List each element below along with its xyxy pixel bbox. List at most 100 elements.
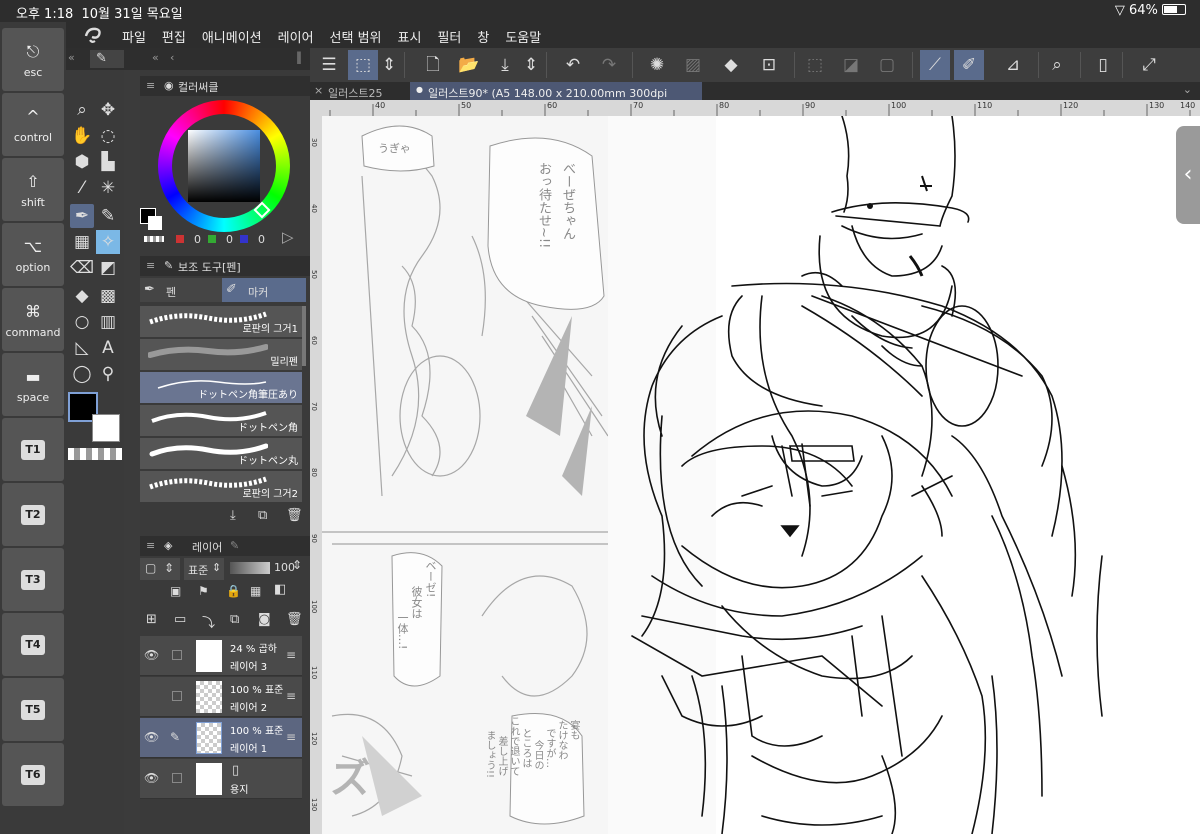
brush-tool-icon[interactable]: ✎ — [96, 204, 120, 228]
clear-icon[interactable]: ▨ — [678, 50, 708, 80]
saturation-square[interactable] — [188, 130, 260, 202]
t6-key[interactable]: T6 — [2, 743, 64, 806]
brush-item[interactable]: 로판의 그거2 — [140, 471, 302, 503]
new-raster-icon[interactable]: ⊞ — [146, 612, 157, 627]
brush-item[interactable]: ドットペン丸 — [140, 438, 302, 470]
device-icon[interactable]: ▯ — [1088, 50, 1118, 80]
collapse-icon[interactable]: « — [152, 51, 159, 64]
save-icon[interactable]: ⤓ — [490, 50, 520, 80]
menu-help[interactable]: 도움말 — [505, 27, 541, 46]
open-folder-icon[interactable]: 📂 — [454, 50, 484, 80]
t5-key[interactable]: T5 — [2, 678, 64, 741]
layer-checkbox[interactable] — [172, 650, 182, 660]
hamburger-icon[interactable]: ☰ — [314, 50, 344, 80]
menu-layer[interactable]: 레이어 — [278, 27, 314, 46]
play-circle-icon[interactable]: ▷ — [282, 228, 294, 246]
ruler-tool-icon[interactable]: ◺ — [70, 336, 94, 360]
new-folder-icon[interactable]: ▭ — [174, 612, 186, 627]
eraser-tool-icon[interactable]: ⌫ — [70, 256, 94, 280]
fill-icon[interactable]: ◆ — [716, 50, 746, 80]
invert-selection-icon[interactable]: ◪ — [836, 50, 866, 80]
menu-selection[interactable]: 선택 범위 — [330, 27, 382, 46]
tab-document-active[interactable]: ● 일러스트90* (A5 148.00 x 210.00mm 300dpi 1… — [410, 82, 702, 114]
brush-item[interactable]: 밀리펜 — [140, 339, 302, 371]
duplicate-icon[interactable]: ⧉ — [258, 508, 267, 523]
layer-color-select[interactable]: ▢ ⇕ — [140, 558, 180, 580]
t4-key[interactable]: T4 — [2, 613, 64, 676]
sub-color-small[interactable] — [148, 216, 162, 230]
layer-trash-icon[interactable]: 🗑 — [286, 612, 303, 627]
layer-row[interactable]: 👁 ▯ 용지 — [140, 759, 302, 799]
layer-menu-icon[interactable]: ≡ — [286, 648, 296, 662]
transfer-icon[interactable]: ⤵ — [202, 612, 215, 631]
chevron-left-icon[interactable]: ‹ — [170, 51, 174, 64]
panel-menu-icon-2[interactable]: ≡ — [146, 259, 155, 272]
hue-ring[interactable] — [158, 100, 290, 232]
search-icon[interactable]: ⌕ — [1042, 50, 1072, 80]
close-icon[interactable]: × — [314, 84, 323, 97]
ruler-pen-icon[interactable]: ⊿ — [998, 50, 1028, 80]
menu-file[interactable]: 파일 — [122, 27, 146, 46]
eyedropper-tool-icon[interactable]: ⁄ — [70, 176, 94, 200]
loading-icon[interactable]: ✺ — [642, 50, 672, 80]
tab-marker[interactable]: ✐ 마커 — [222, 278, 306, 302]
select-fill-icon[interactable]: ▙ — [96, 150, 120, 174]
control-key[interactable]: ^ control — [2, 93, 64, 156]
download-icon[interactable]: ⤓ — [230, 508, 236, 523]
t2-key[interactable]: T2 — [2, 483, 64, 546]
brush-item[interactable]: 로판의 그거1 — [140, 306, 302, 338]
tab-document-inactive[interactable]: × 일러스트25 — [310, 82, 406, 100]
fill-tool-icon[interactable]: ◆ — [70, 284, 94, 308]
app-logo-icon[interactable] — [82, 24, 104, 46]
reference-icon[interactable]: ⚑ — [198, 584, 209, 598]
pattern-tool-icon[interactable]: ▦ — [70, 230, 94, 254]
layer-menu-icon[interactable]: ≡ — [286, 730, 296, 744]
object-tool-icon[interactable]: ⬢ — [70, 150, 94, 174]
shift-key[interactable]: ⇧ shift — [2, 158, 64, 221]
blend-mode-select[interactable]: 표준 ⇕ — [184, 558, 224, 580]
sparkle-tool-icon[interactable]: ✳ — [96, 176, 120, 200]
sub-color-swatch[interactable] — [92, 414, 120, 442]
updown-icon-3[interactable]: ⇕ — [292, 558, 302, 572]
frame-tool-icon[interactable]: ▥ — [96, 310, 120, 334]
t1-key[interactable]: T1 — [2, 418, 64, 481]
merge-icon[interactable]: ⧉ — [230, 612, 239, 627]
layer-edit-icon[interactable]: ✎ — [230, 539, 239, 552]
clip-icon[interactable]: ▣ — [170, 584, 181, 598]
t3-key[interactable]: T3 — [2, 548, 64, 611]
gradient-fill-icon[interactable]: ▩ — [96, 284, 120, 308]
balloon-tool-icon[interactable]: ◯ — [70, 362, 94, 386]
figure-tool-icon[interactable]: ○ — [70, 310, 94, 334]
layer-row[interactable]: 👁 24 % 곱하 레이어 3 ≡ — [140, 636, 302, 676]
transform-icon[interactable]: ⊡ — [754, 50, 784, 80]
brush-item[interactable]: ドットペン角筆圧あり — [140, 372, 302, 404]
text-tool-icon[interactable]: A — [96, 336, 120, 360]
layer-row[interactable]: 👁 ✎ 100 % 표준 레이어 1 ≡ — [140, 718, 302, 758]
brush-pressure-icon[interactable]: ✐ — [954, 50, 984, 80]
tab-pen[interactable]: ✒ 펜 — [140, 278, 222, 302]
layer-menu-icon[interactable]: ≡ — [286, 689, 296, 703]
move-tool-icon[interactable]: ✥ — [96, 98, 120, 122]
menu-window[interactable]: 창 — [477, 27, 489, 46]
menu-filter[interactable]: 필터 — [437, 27, 461, 46]
transparent-small[interactable] — [144, 236, 164, 242]
menu-view[interactable]: 표시 — [398, 27, 422, 46]
deselect-icon[interactable]: ⬚ — [800, 50, 830, 80]
transparent-color-swatch[interactable] — [68, 448, 122, 460]
grip-icon-2[interactable]: ‖ — [296, 50, 302, 64]
updown-icon-save[interactable]: ⇕ — [522, 50, 540, 80]
layer-checkbox[interactable] — [172, 773, 182, 783]
eye-icon[interactable]: 👁 — [144, 771, 159, 785]
drawing-canvas[interactable]: べーぜちゃん おっ待たせ~!! うぎゃ ベーゼ! 彼女は 一体…! 宴も たけな… — [322, 116, 1200, 834]
blue-value[interactable]: 0 — [258, 233, 265, 246]
green-value[interactable]: 0 — [226, 233, 233, 246]
collapse-left-icon[interactable]: « — [68, 51, 75, 64]
option-key[interactable]: ⌥ option — [2, 223, 64, 286]
side-drawer-toggle[interactable]: ‹ — [1176, 126, 1200, 224]
opacity-slider[interactable] — [230, 562, 270, 574]
layer-mask-icon[interactable]: ◙ — [258, 612, 271, 627]
hand-tool-icon[interactable]: ✋ — [70, 124, 94, 148]
eye-icon[interactable]: 👁 — [144, 730, 159, 744]
stabilizer-pen-icon[interactable]: ⟋ — [920, 50, 950, 80]
command-key[interactable]: ⌘ command — [2, 288, 64, 351]
